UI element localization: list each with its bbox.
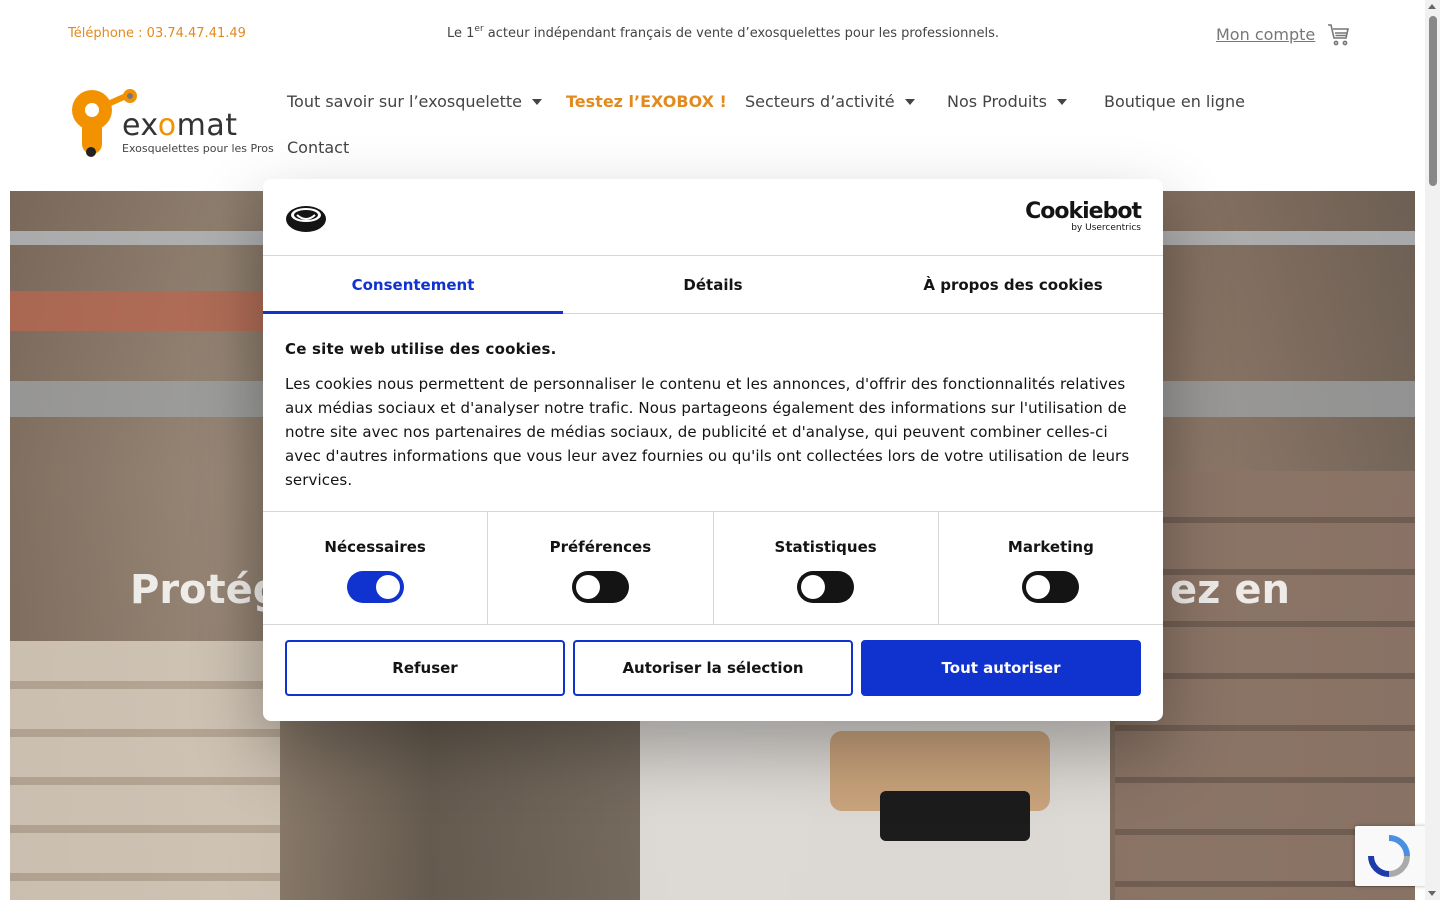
- switch-knob: [575, 575, 600, 599]
- nav-item-contact[interactable]: Contact: [287, 138, 349, 157]
- recaptcha-badge[interactable]: [1355, 826, 1427, 886]
- statistiques-switch[interactable]: [797, 571, 855, 603]
- top-bar: Téléphone : 03.74.47.41.49 Le 1er acteur…: [0, 0, 1425, 68]
- tab-about-cookies[interactable]: À propos des cookies: [863, 256, 1163, 313]
- cookiebot-brand-sub: by Usercentrics: [1071, 223, 1141, 233]
- toggle-label: Nécessaires: [324, 538, 426, 556]
- my-account-link[interactable]: Mon compte: [1216, 25, 1315, 44]
- cookiebot-brand-name: Cookiebot: [1025, 199, 1142, 224]
- nav-label: Testez l’EXOBOX !: [566, 92, 727, 111]
- nav-item-produits[interactable]: Nos Produits: [947, 92, 1067, 111]
- nav-label: Boutique en ligne: [1104, 92, 1245, 111]
- preferences-switch[interactable]: [571, 571, 629, 603]
- refuse-button[interactable]: Refuser: [285, 640, 565, 696]
- logo-wordmark: exomat: [122, 108, 238, 143]
- hero-heading-right: ez en: [1170, 567, 1290, 613]
- nav-label: Contact: [287, 138, 350, 157]
- necessaires-switch[interactable]: [346, 571, 404, 603]
- nav-label: Nos Produits: [947, 92, 1047, 111]
- hero-exoskeleton-strap: [880, 791, 1030, 841]
- switch-knob: [801, 575, 826, 599]
- logo-subtitle: Exosquelettes pour les Pros: [122, 142, 274, 155]
- switch-knob: [375, 575, 400, 599]
- toggle-statistiques: Statistiques: [714, 512, 939, 624]
- tab-consentement[interactable]: Consentement: [263, 256, 563, 314]
- allow-all-button[interactable]: Tout autoriser: [861, 640, 1141, 696]
- cookie-description: Les cookies nous permettent de personnal…: [285, 375, 1130, 489]
- nav-item-exobox[interactable]: Testez l’EXOBOX !: [566, 92, 727, 111]
- cookiebot-brand: Cookiebot by Usercentrics: [1025, 199, 1142, 234]
- caret-down-icon: [904, 98, 915, 105]
- scroll-up-arrow-icon[interactable]: [1428, 4, 1436, 9]
- toggle-necessaires: Nécessaires: [263, 512, 489, 624]
- cookie-buttons: Refuser Autoriser la sélection Tout auto…: [263, 625, 1163, 711]
- toggle-preferences: Préférences: [488, 512, 714, 624]
- nav-item-boutique[interactable]: Boutique en ligne: [1104, 92, 1245, 111]
- toggle-label: Préférences: [549, 538, 652, 556]
- tagline-rest: acteur indépendant français de vente d’e…: [483, 26, 1000, 41]
- nav-item-exosquelette[interactable]: Tout savoir sur l’exosquelette: [287, 92, 543, 111]
- toggle-label: Statistiques: [774, 538, 877, 556]
- hero-heading-left: Protég: [130, 567, 282, 613]
- cookie-tabs: Consentement Détails À propos des cookie…: [263, 256, 1163, 314]
- nav-label: Tout savoir sur l’exosquelette: [287, 92, 523, 111]
- scroll-thumb[interactable]: [1429, 16, 1437, 186]
- scroll-down-arrow-icon[interactable]: [1428, 891, 1436, 896]
- allow-selection-button[interactable]: Autoriser la sélection: [573, 640, 853, 696]
- logo-mat: mat: [176, 108, 238, 143]
- tab-details[interactable]: Détails: [563, 256, 863, 313]
- nav-item-secteurs[interactable]: Secteurs d’activité: [745, 92, 915, 111]
- phone-number[interactable]: Téléphone : 03.74.47.41.49: [68, 26, 246, 41]
- tagline-prefix: Le 1: [447, 26, 475, 41]
- toggle-label: Marketing: [1007, 538, 1094, 556]
- tagline-sup: er: [474, 24, 484, 34]
- switch-knob: [1026, 575, 1051, 599]
- toggle-marketing: Marketing: [939, 512, 1163, 624]
- cookie-body: Ce site web utilise des cookies. Les coo…: [263, 314, 1163, 511]
- cookie-title: Ce site web utilise des cookies.: [285, 340, 557, 358]
- nav-label: Secteurs d’activité: [745, 92, 895, 111]
- recaptcha-icon: [1368, 835, 1410, 877]
- cookie-consent-dialog: Cookiebot by Usercentrics Consentement D…: [263, 179, 1163, 721]
- page-scrollbar[interactable]: [1425, 0, 1440, 900]
- hero-stones-left: [10, 641, 280, 900]
- tagline: Le 1er acteur indépendant français de ve…: [447, 24, 1000, 41]
- marketing-switch[interactable]: [1022, 571, 1080, 603]
- shopping-cart-icon[interactable]: [1327, 23, 1351, 47]
- hero-pallet: [10, 291, 270, 331]
- caret-down-icon: [1056, 98, 1067, 105]
- caret-down-icon: [532, 98, 543, 105]
- logo-ex: ex: [122, 108, 158, 143]
- cookie-toggles: Nécessaires Préférences Statistiques Mar…: [263, 511, 1163, 625]
- cookiebot-logo-icon: [286, 206, 326, 232]
- logo-o: o: [157, 108, 177, 143]
- exomat-logo[interactable]: exomat Exosquelettes pour les Pros: [68, 84, 274, 166]
- cookie-dialog-header: Cookiebot by Usercentrics: [263, 179, 1163, 256]
